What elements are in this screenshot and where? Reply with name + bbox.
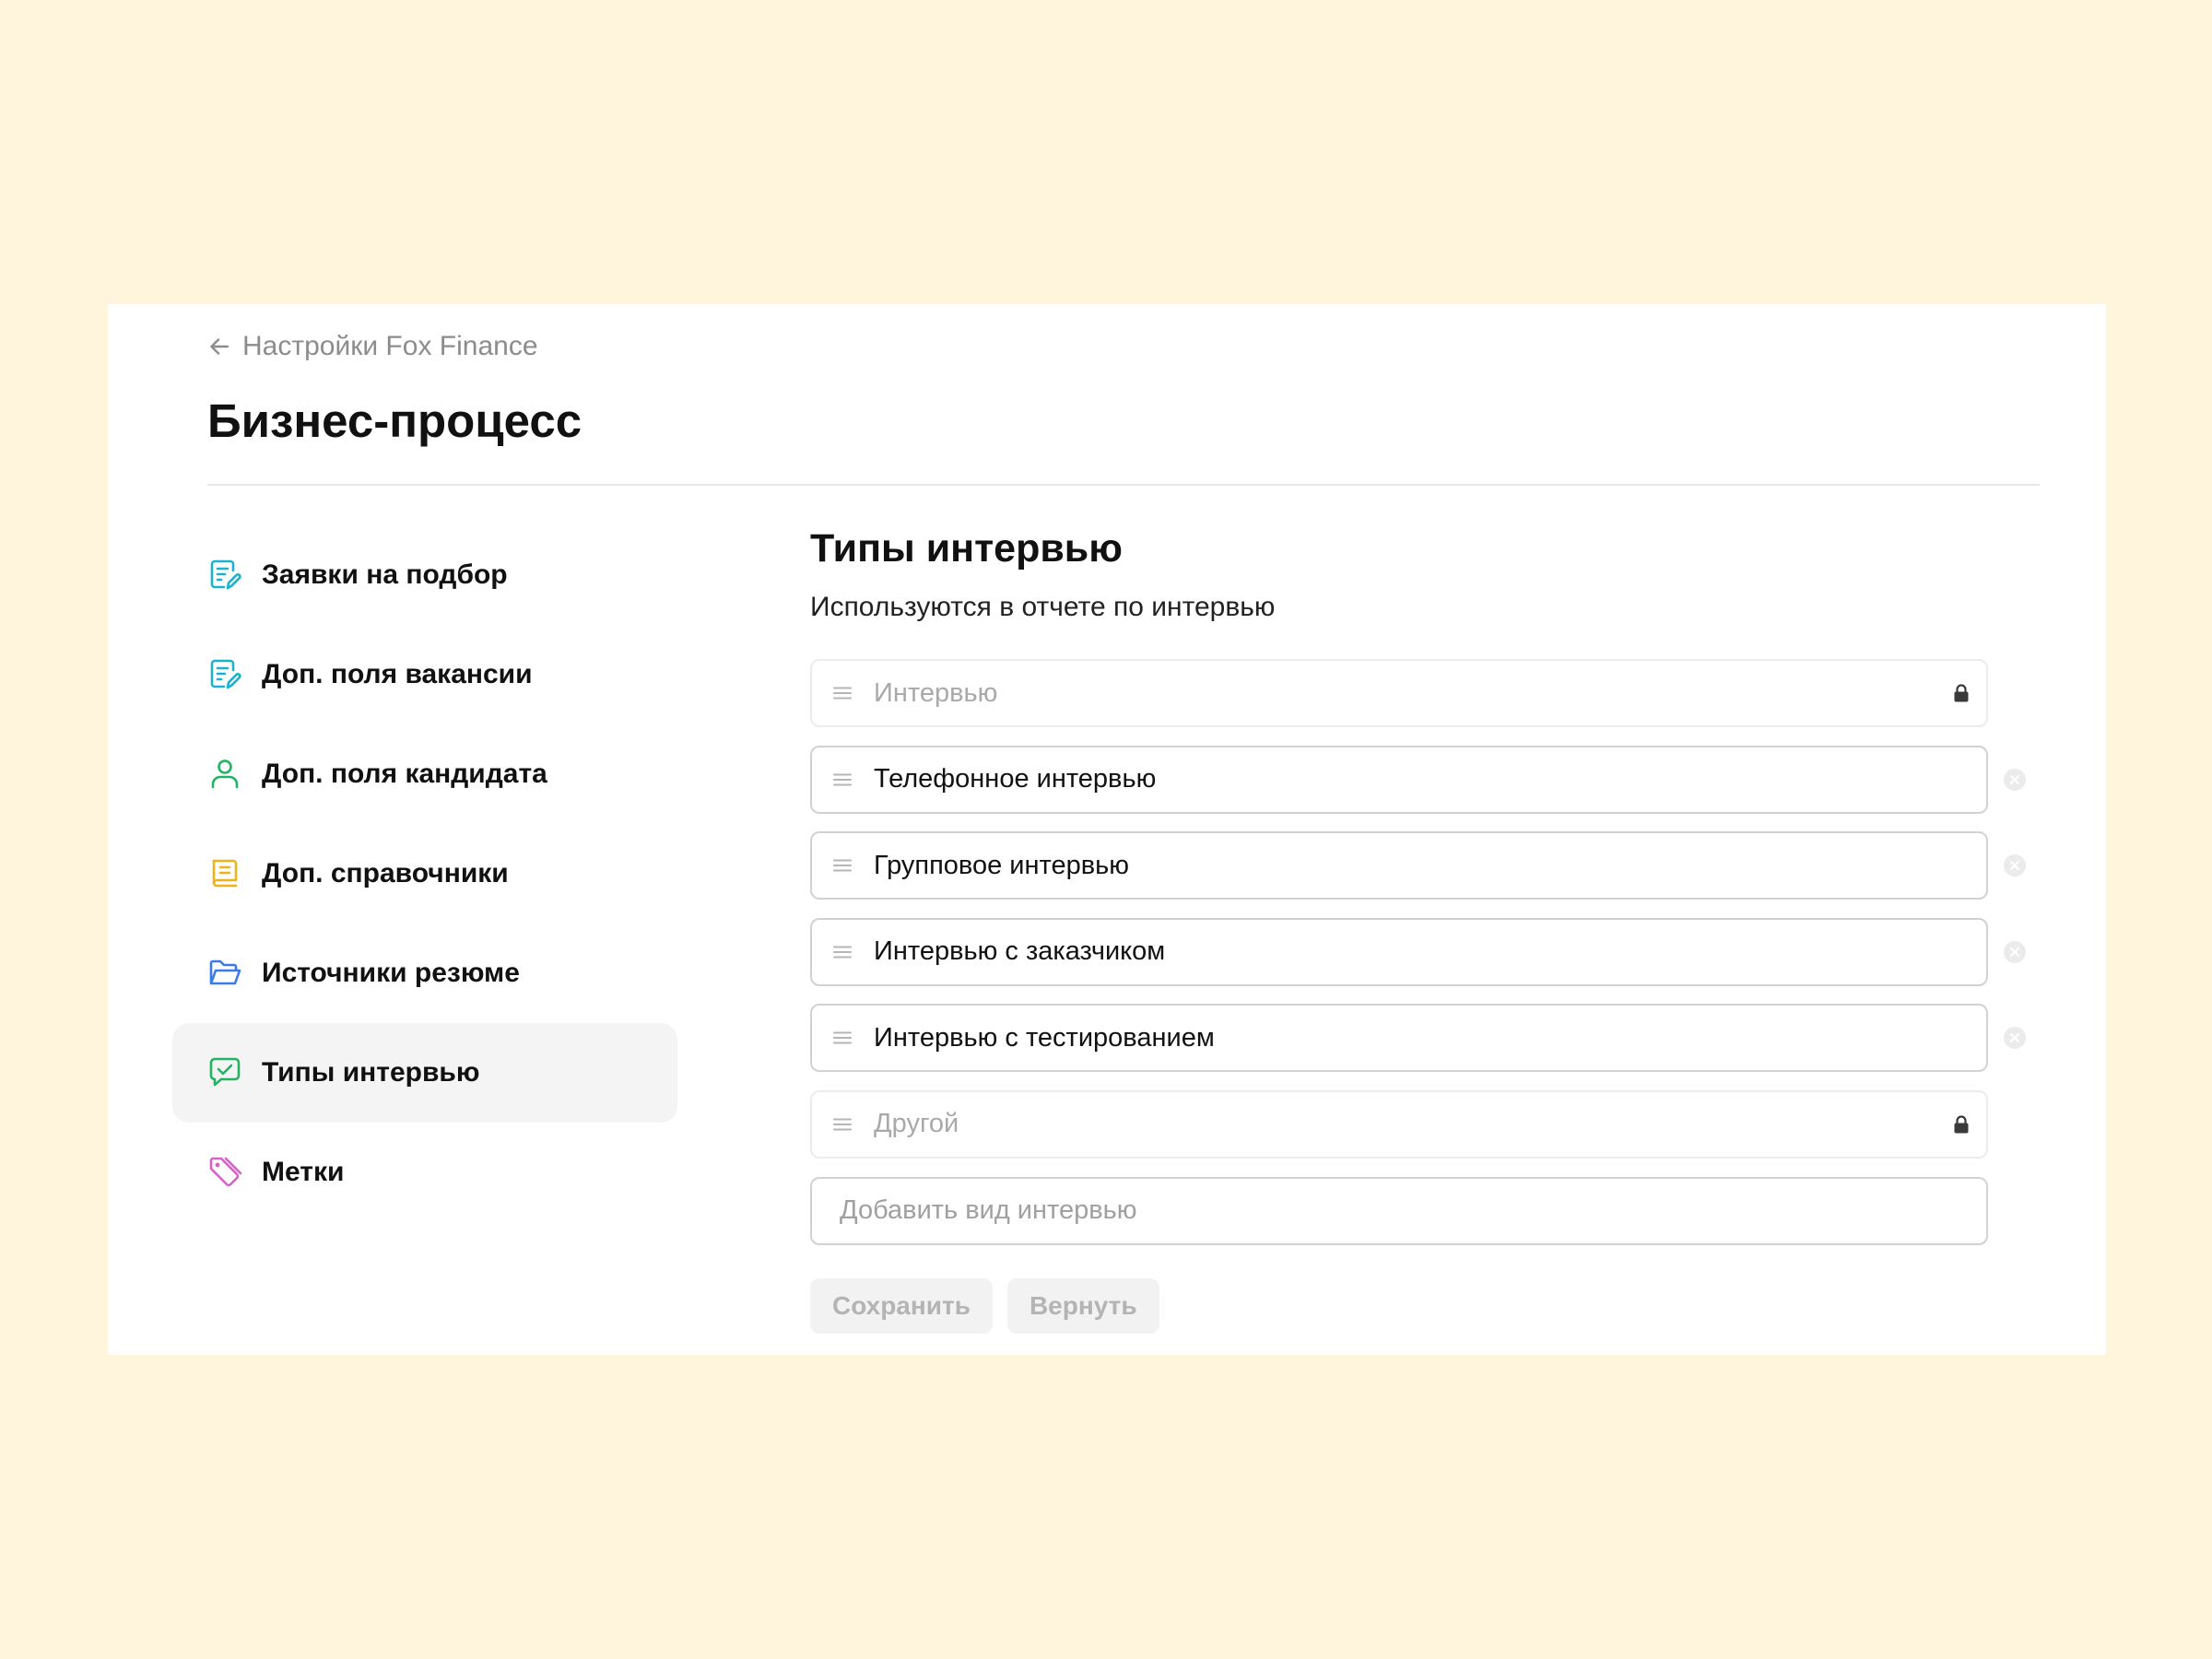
section-title: Типы интервью [810,526,1123,571]
sidebar-item-directories[interactable]: Доп. справочники [172,824,677,924]
interview-type-field [810,1004,1988,1073]
interview-type-input [874,677,1888,709]
sidebar-item-label: Доп. справочники [262,858,509,888]
document-edit-icon [207,558,242,593]
breadcrumb-label[interactable]: Настройки Fox Finance [242,331,538,362]
lock-icon [1953,1114,1970,1135]
sidebar-item-label: Доп. поля кандидата [262,759,547,789]
drag-handle-icon[interactable] [832,857,853,874]
interview-type-input[interactable] [874,936,1888,968]
sidebar: Заявки на подбор Доп. поля вакансии Доп.… [172,525,677,1222]
header-divider [207,484,2040,486]
interview-type-input[interactable] [874,850,1888,881]
sidebar-item-candidate-fields[interactable]: Доп. поля кандидата [172,724,677,824]
breadcrumb[interactable]: Настройки Fox Finance [207,328,538,365]
add-interview-type-input[interactable] [810,1176,1988,1245]
remove-icon[interactable] [2003,853,2027,877]
interview-type-field [810,1089,1988,1159]
interview-type-field [810,659,1988,727]
sidebar-item-label: Источники резюме [262,958,520,988]
sidebar-item-tags[interactable]: Метки [172,1123,677,1222]
list-item [810,1089,2027,1159]
remove-icon[interactable] [2003,1026,2027,1050]
sidebar-item-vacancy-fields[interactable]: Доп. поля вакансии [172,625,677,724]
chat-check-icon [207,1055,242,1090]
arrow-left-icon[interactable] [207,335,231,359]
interview-type-input[interactable] [874,764,1888,795]
interview-type-input[interactable] [874,1022,1888,1053]
sidebar-item-label: Доп. поля вакансии [262,659,533,689]
drag-handle-icon[interactable] [832,771,853,788]
tag-icon [207,1155,242,1190]
list-item [810,917,2027,986]
sidebar-item-label: Метки [262,1157,345,1187]
sidebar-item-label: Типы интервью [262,1057,480,1088]
list-item [810,1004,2027,1073]
user-icon [207,757,242,792]
settings-card: Настройки Fox Finance Бизнес-процесс Зая… [108,304,2106,1355]
sidebar-item-label: Заявки на подбор [262,559,508,590]
document-edit-icon [207,657,242,692]
lock-icon [1953,683,1970,703]
drag-handle-icon[interactable] [832,1116,853,1133]
list-item [810,745,2027,814]
folder-icon [207,956,242,991]
interview-type-field [810,831,1988,900]
sidebar-item-interview-types[interactable]: Типы интервью [172,1023,677,1123]
revert-button[interactable]: Вернуть [1006,1278,1159,1334]
drag-handle-icon[interactable] [832,944,853,960]
drag-handle-icon[interactable] [832,685,853,701]
remove-icon[interactable] [2003,768,2027,792]
interview-type-field [810,917,1988,986]
page-title: Бизнес-процесс [207,394,582,447]
remove-icon[interactable] [2003,940,2027,964]
save-button[interactable]: Сохранить [810,1278,993,1334]
form-actions: Сохранить Вернуть [810,1278,1159,1334]
interview-type-list [810,659,2027,1263]
interview-type-input [874,1109,1888,1140]
interview-type-field [810,745,1988,814]
list-book-icon [207,856,242,891]
list-item [810,831,2027,900]
add-item-row [810,1176,2027,1245]
drag-handle-icon[interactable] [832,1030,853,1046]
sidebar-item-recruitment-requests[interactable]: Заявки на подбор [172,525,677,625]
section-subtitle: Используются в отчете по интервью [810,592,1276,622]
list-item [810,659,2027,727]
sidebar-item-resume-sources[interactable]: Источники резюме [172,924,677,1023]
